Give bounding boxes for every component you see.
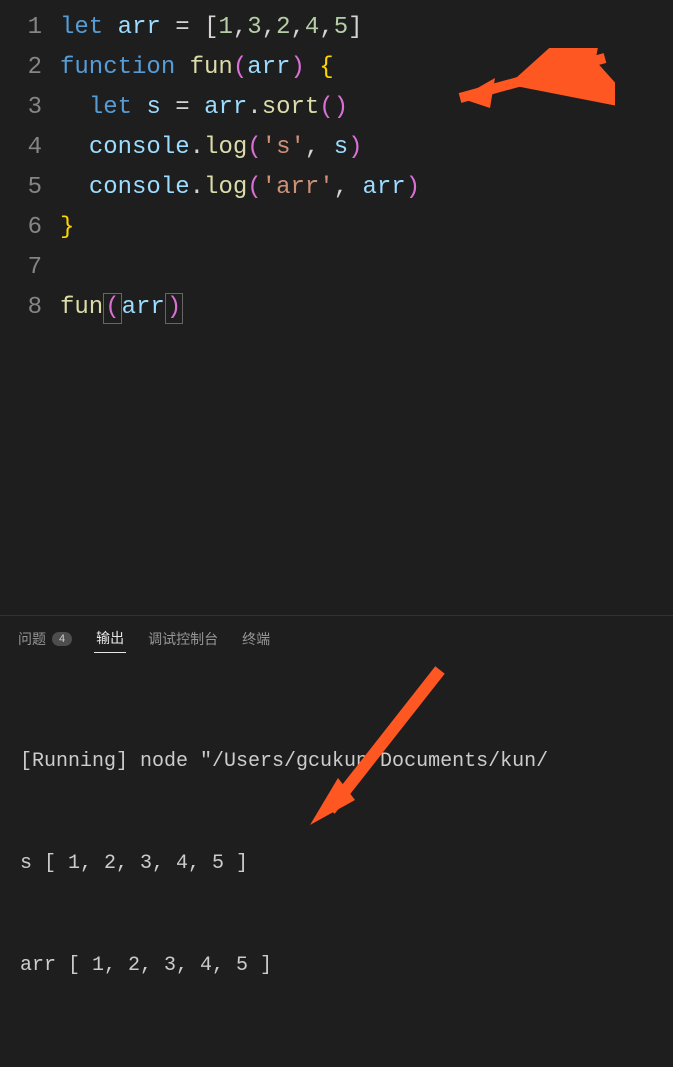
- tab-problems-label: 问题: [18, 629, 46, 649]
- bottom-panel: 问题 4 输出 调试控制台 终端 [Running] node "/Users/…: [0, 615, 673, 873]
- code-line-7[interactable]: [60, 248, 673, 288]
- tab-debug-console[interactable]: 调试控制台: [146, 625, 220, 653]
- tab-terminal-label: 终端: [242, 629, 270, 649]
- tab-terminal[interactable]: 终端: [240, 625, 272, 653]
- tab-debug-label: 调试控制台: [148, 629, 218, 649]
- code-line-6[interactable]: }: [60, 208, 673, 248]
- output-line-running: [Running] node "/Users/gcukun/Documents/…: [20, 745, 653, 779]
- code-line-8[interactable]: fun(arr): [60, 288, 673, 328]
- line-number: 4: [0, 128, 42, 168]
- tab-problems[interactable]: 问题 4: [16, 625, 74, 653]
- code-line-1[interactable]: let arr = [1,3,2,4,5]: [60, 8, 673, 48]
- tab-output[interactable]: 输出: [94, 624, 126, 653]
- code-line-3[interactable]: let s = arr.sort(): [60, 88, 673, 128]
- code-line-4[interactable]: console.log('s', s): [60, 128, 673, 168]
- code-content[interactable]: let arr = [1,3,2,4,5] function fun(arr) …: [60, 0, 673, 615]
- line-number: 2: [0, 48, 42, 88]
- line-number: 7: [0, 248, 42, 288]
- output-line-arr: arr [ 1, 2, 3, 4, 5 ]: [20, 949, 653, 983]
- code-editor[interactable]: 1 2 3 4 5 6 7 8 let arr = [1,3,2,4,5] fu…: [0, 0, 673, 615]
- line-number: 6: [0, 208, 42, 248]
- panel-tabs: 问题 4 输出 调试控制台 终端: [0, 616, 673, 661]
- output-line-s: s [ 1, 2, 3, 4, 5 ]: [20, 847, 653, 881]
- problems-badge: 4: [52, 632, 72, 646]
- output-content[interactable]: [Running] node "/Users/gcukun/Documents/…: [0, 661, 673, 1067]
- tab-output-label: 输出: [96, 628, 124, 648]
- line-number-gutter: 1 2 3 4 5 6 7 8: [0, 0, 60, 615]
- line-number: 8: [0, 288, 42, 328]
- line-number: 1: [0, 8, 42, 48]
- code-line-2[interactable]: function fun(arr) {: [60, 48, 673, 88]
- code-line-5[interactable]: console.log('arr', arr): [60, 168, 673, 208]
- line-number: 3: [0, 88, 42, 128]
- line-number: 5: [0, 168, 42, 208]
